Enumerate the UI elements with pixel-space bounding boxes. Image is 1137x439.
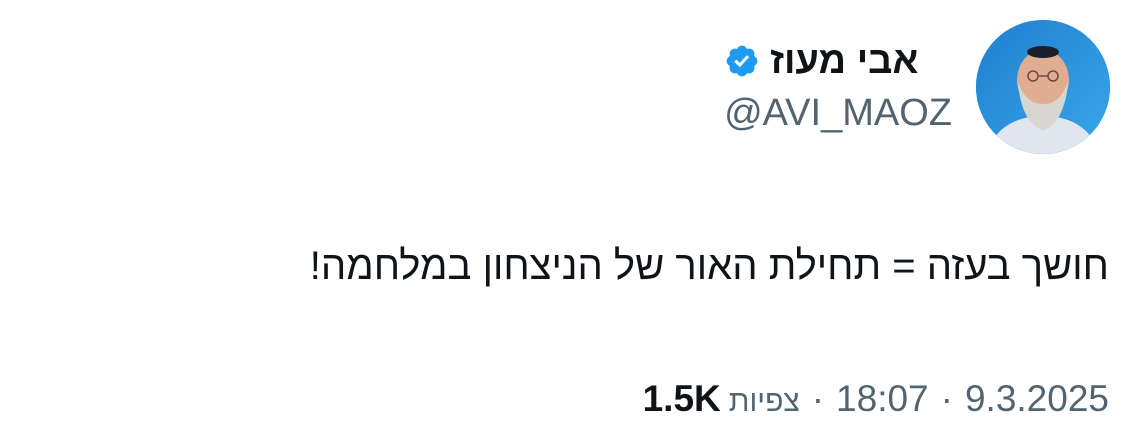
tweet-time[interactable]: 18:07 xyxy=(836,374,929,424)
tweet-text: חושך בעזה = תחילת האור של הניצחון במלחמה… xyxy=(309,244,1109,288)
user-handle[interactable]: @AVI_MAOZ xyxy=(724,88,952,138)
separator: · xyxy=(811,378,825,419)
avatar[interactable] xyxy=(976,20,1110,154)
verified-badge-icon[interactable] xyxy=(724,43,760,79)
name-row: אבי מעוז xyxy=(724,36,952,86)
separator: · xyxy=(940,378,953,419)
tweet-card: אבי מעוז @AVI_MAOZ חושך בעזה = תחילת האו… xyxy=(0,0,1137,439)
author-block: אבי מעוז @AVI_MAOZ xyxy=(724,36,952,138)
views-count[interactable]: 1.5K xyxy=(643,374,721,424)
display-name[interactable]: אבי מעוז xyxy=(770,36,918,86)
tweet-meta: 9.3.2025 · 18:07 · צפיות 1.5K xyxy=(643,374,1109,427)
views-label: צפיות xyxy=(728,385,800,418)
avatar-image xyxy=(976,20,1110,154)
tweet-date[interactable]: 9.3.2025 xyxy=(965,374,1109,424)
